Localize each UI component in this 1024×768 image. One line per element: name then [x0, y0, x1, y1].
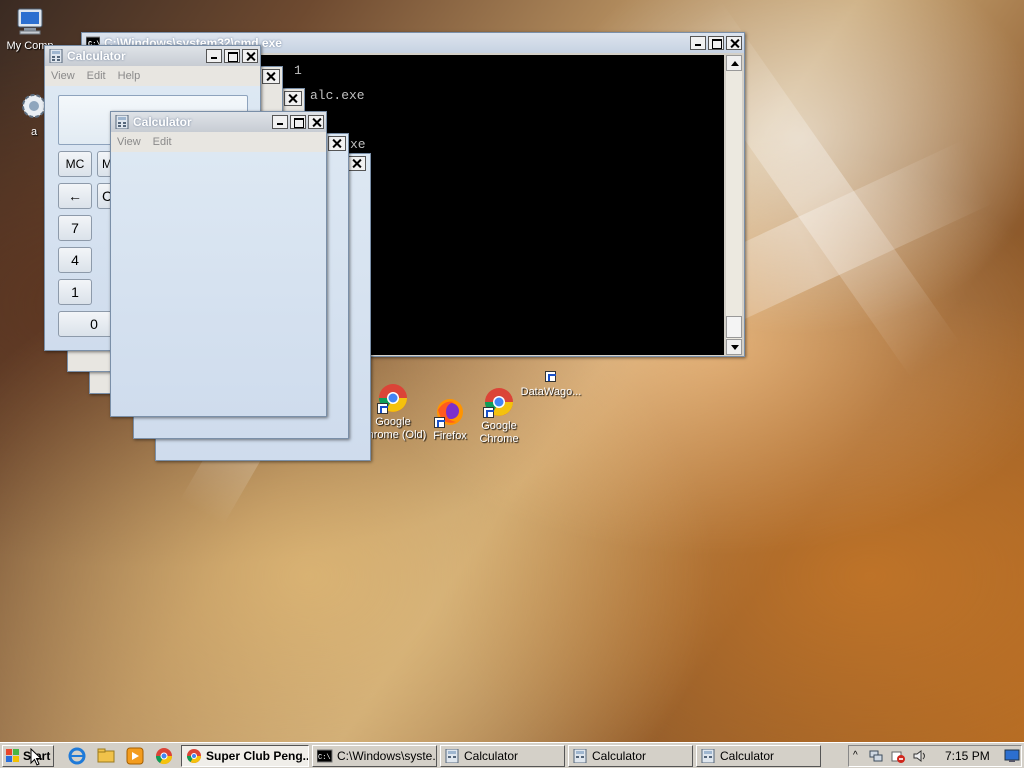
- menu-view[interactable]: View: [117, 136, 141, 148]
- task-label: C:\Windows\syste...: [337, 748, 437, 763]
- task-label: Calculator: [720, 748, 775, 763]
- security-alert-icon[interactable]: [891, 749, 905, 763]
- calculator-menubar: View Edit: [111, 132, 326, 151]
- calculator-title: Calculator: [67, 49, 126, 63]
- scroll-down-arrow-icon[interactable]: [726, 339, 742, 355]
- console-line: alc.exe: [310, 88, 365, 103]
- calculator-titlebar[interactable]: Calculator: [45, 46, 260, 66]
- console-line: xe: [350, 137, 366, 152]
- menu-edit[interactable]: Edit: [87, 70, 106, 82]
- task-button[interactable]: Calculator: [696, 744, 821, 767]
- calculator-titlebar[interactable]: Calculator: [111, 112, 326, 132]
- chrome-icon[interactable]: [155, 747, 173, 765]
- minimize-button[interactable]: [272, 115, 288, 129]
- calc-button-1[interactable]: 1: [58, 279, 92, 305]
- desktop-icon-label: DataWago...: [520, 386, 582, 398]
- internet-explorer-icon[interactable]: [68, 747, 86, 765]
- task-label: Calculator: [592, 748, 647, 763]
- datawagon-icon: [541, 364, 561, 384]
- calc-button-mc[interactable]: MC: [58, 151, 92, 177]
- console-line: 1: [294, 63, 302, 78]
- calculator-menubar: View Edit Help: [45, 66, 260, 85]
- scroll-up-arrow-icon[interactable]: [726, 55, 742, 71]
- explorer-folder-icon[interactable]: [97, 747, 115, 765]
- tray-expand-chevron-icon[interactable]: ^: [853, 750, 861, 761]
- volume-icon[interactable]: [913, 749, 927, 763]
- task-button[interactable]: Calculator: [568, 744, 693, 767]
- task-label: Calculator: [464, 748, 519, 763]
- maximize-button[interactable]: [708, 36, 724, 50]
- quick-launch: [68, 747, 173, 765]
- close-button[interactable]: [328, 136, 346, 151]
- close-button[interactable]: [284, 91, 302, 106]
- calculator-icon: [701, 748, 715, 763]
- task-button[interactable]: C:\ C:\Windows\syste...: [312, 744, 437, 767]
- chrome-icon: [483, 386, 515, 418]
- shortcut-arrow-icon: [545, 371, 556, 382]
- minimize-button[interactable]: [206, 49, 222, 63]
- mouse-cursor-icon: [30, 747, 43, 766]
- scroll-thumb[interactable]: [726, 316, 742, 338]
- menu-help[interactable]: Help: [118, 70, 141, 82]
- calc-button-4[interactable]: 4: [58, 247, 92, 273]
- maximize-button[interactable]: [224, 49, 240, 63]
- desktop-icon-label: Google Chrome: [479, 420, 519, 445]
- calculator-icon: [445, 748, 459, 763]
- close-button[interactable]: [348, 156, 366, 171]
- calculator-icon: [115, 114, 129, 130]
- minimize-button[interactable]: [690, 36, 706, 50]
- svg-text:C:\: C:\: [318, 754, 331, 762]
- computer-icon: [14, 6, 46, 38]
- menu-view[interactable]: View: [51, 70, 75, 82]
- desktop-icon-datawagon[interactable]: DataWago...: [515, 364, 587, 399]
- shortcut-arrow-icon: [434, 417, 445, 428]
- media-player-icon[interactable]: [126, 747, 144, 765]
- task-button[interactable]: Super Club Peng...: [181, 744, 309, 767]
- show-desktop-icon[interactable]: [1004, 749, 1020, 763]
- clock[interactable]: 7:15 PM: [945, 749, 990, 763]
- calc-button-7[interactable]: 7: [58, 215, 92, 241]
- firefox-icon: [434, 396, 466, 428]
- menu-edit[interactable]: Edit: [153, 136, 172, 148]
- console-scrollbar[interactable]: [726, 55, 742, 355]
- shortcut-arrow-icon: [377, 403, 388, 414]
- calculator-icon: [573, 748, 587, 763]
- close-button[interactable]: [262, 69, 280, 84]
- close-button[interactable]: [308, 115, 324, 129]
- task-label: Super Club Peng...: [206, 748, 309, 763]
- calculator-window-blank[interactable]: Calculator View Edit: [110, 111, 327, 417]
- desktop: My Comp a Google Chrome (Old) Firefox Go…: [0, 0, 1024, 742]
- chrome-icon: [186, 748, 202, 764]
- cmd-icon: C:\: [316, 749, 333, 763]
- calc-button-backspace[interactable]: ←: [58, 183, 92, 209]
- shortcut-arrow-icon: [483, 407, 494, 418]
- calculator-body: [111, 152, 326, 416]
- windows-logo-icon: [6, 748, 20, 763]
- taskbar: Start Super Club Peng... C:\ C:\Windows\…: [0, 742, 1024, 768]
- calculator-title: Calculator: [133, 115, 192, 129]
- calculator-icon: [49, 48, 63, 64]
- task-button[interactable]: Calculator: [440, 744, 565, 767]
- chrome-icon: [377, 382, 409, 414]
- network-icon[interactable]: [869, 749, 883, 763]
- close-button[interactable]: [726, 36, 742, 50]
- system-tray: ^ 7:15 PM: [848, 744, 1022, 767]
- close-button[interactable]: [242, 49, 258, 63]
- start-button[interactable]: Start: [2, 744, 54, 767]
- maximize-button[interactable]: [290, 115, 306, 129]
